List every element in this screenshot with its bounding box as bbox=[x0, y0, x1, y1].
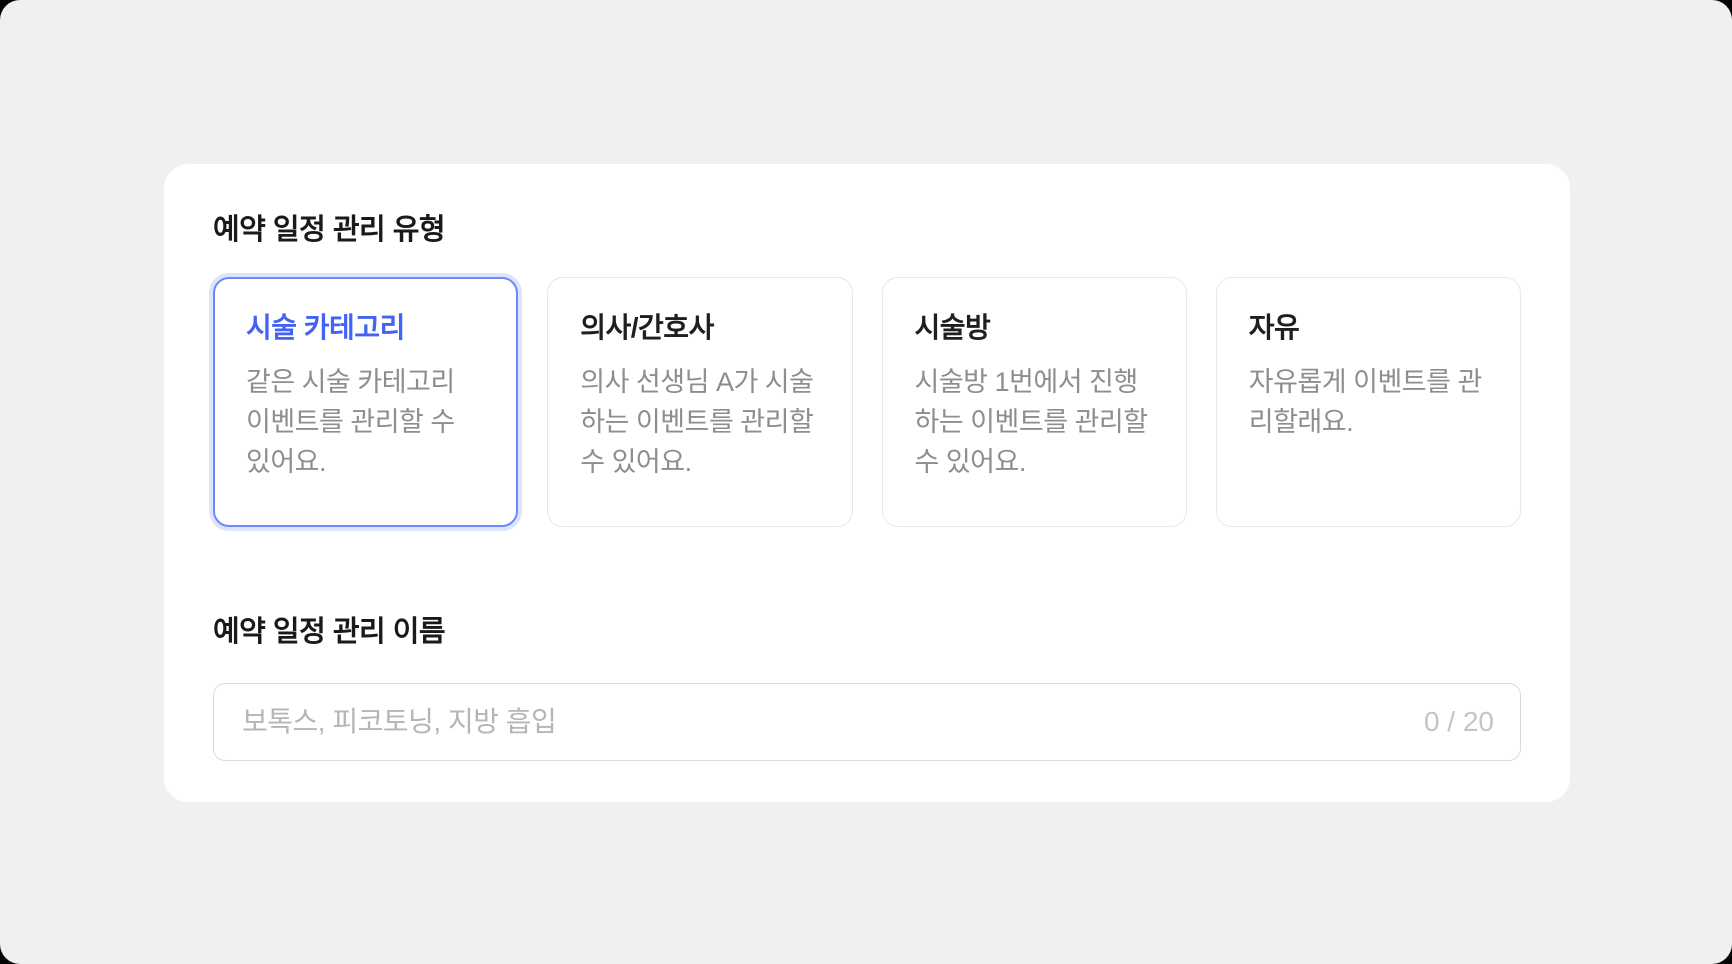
app-background: 예약 일정 관리 유형 시술 카테고리 같은 시술 카테고리 이벤트를 관리할 … bbox=[0, 0, 1732, 964]
type-option-card-procedure-category[interactable]: 시술 카테고리 같은 시술 카테고리 이벤트를 관리할 수 있어요. bbox=[213, 277, 518, 527]
type-option-label: 시술방 bbox=[915, 311, 1154, 345]
type-option-description: 시술방 1번에서 진행하는 이벤트를 관리할 수 있어요. bbox=[915, 362, 1154, 482]
type-option-description: 같은 시술 카테고리 이벤트를 관리할 수 있어요. bbox=[246, 362, 485, 482]
type-option-description: 의사 선생님 A가 시술하는 이벤트를 관리할 수 있어요. bbox=[580, 362, 819, 482]
type-option-description: 자유롭게 이벤트를 관리할래요. bbox=[1249, 362, 1488, 442]
schedule-name-input[interactable] bbox=[240, 705, 1406, 739]
reservation-schedule-panel: 예약 일정 관리 유형 시술 카테고리 같은 시술 카테고리 이벤트를 관리할 … bbox=[164, 164, 1570, 802]
schedule-type-options: 시술 카테고리 같은 시술 카테고리 이벤트를 관리할 수 있어요. 의사/간호… bbox=[213, 277, 1521, 527]
type-option-card-doctor-nurse[interactable]: 의사/간호사 의사 선생님 A가 시술하는 이벤트를 관리할 수 있어요. bbox=[547, 277, 852, 527]
type-option-card-free[interactable]: 자유 자유롭게 이벤트를 관리할래요. bbox=[1216, 277, 1521, 527]
type-option-label: 의사/간호사 bbox=[580, 311, 819, 345]
char-counter: 0 / 20 bbox=[1424, 706, 1494, 738]
schedule-name-field[interactable]: 0 / 20 bbox=[213, 683, 1521, 761]
schedule-type-section-title: 예약 일정 관리 유형 bbox=[213, 213, 1521, 247]
type-option-label: 시술 카테고리 bbox=[246, 311, 485, 345]
type-option-card-procedure-room[interactable]: 시술방 시술방 1번에서 진행하는 이벤트를 관리할 수 있어요. bbox=[882, 277, 1187, 527]
schedule-name-section-title: 예약 일정 관리 이름 bbox=[213, 615, 1521, 649]
type-option-label: 자유 bbox=[1249, 311, 1488, 345]
